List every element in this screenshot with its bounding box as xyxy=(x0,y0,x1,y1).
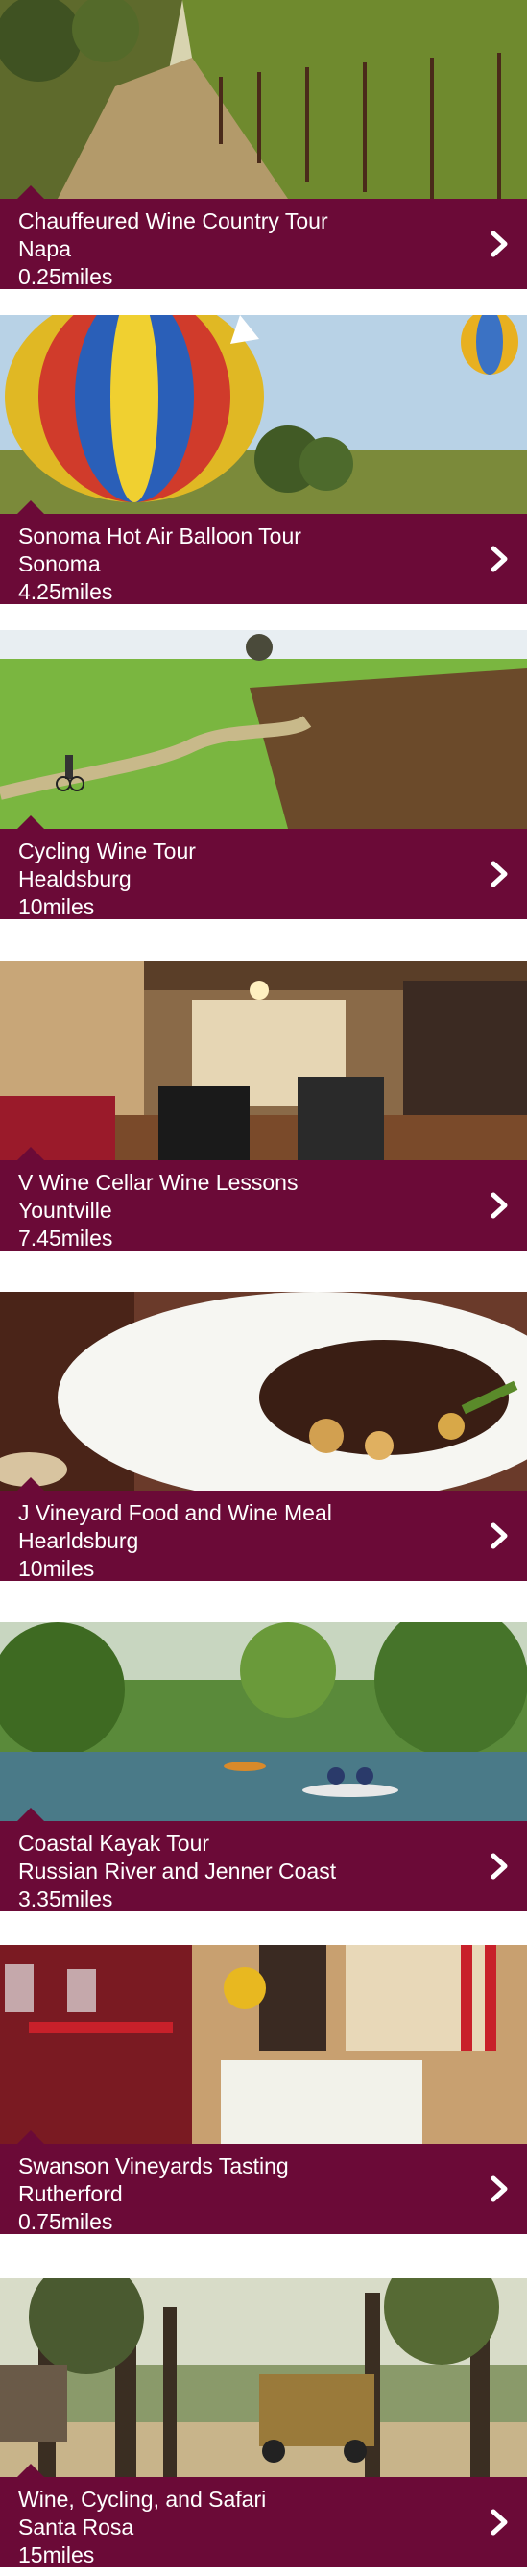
chevron-right-icon[interactable] xyxy=(489,1853,510,1880)
tour-caption: Coastal Kayak Tour Russian River and Jen… xyxy=(0,1808,527,1911)
caption-notch xyxy=(17,1147,44,1160)
tour-title: Wine, Cycling, and Safari xyxy=(18,2487,267,2512)
tour-photo-vineyard-road xyxy=(0,0,527,199)
tour-card-chauffeured[interactable]: Chauffeured Wine Country Tour Napa 0.25m… xyxy=(0,0,527,289)
tour-caption: Wine, Cycling, and Safari Santa Rosa 15m… xyxy=(0,2464,527,2567)
tour-caption: Sonoma Hot Air Balloon Tour Sonoma 4.25m… xyxy=(0,500,527,604)
tour-caption: Swanson Vineyards Tasting Rutherford 0.7… xyxy=(0,2130,527,2234)
tour-title: Chauffeured Wine Country Tour xyxy=(18,208,328,233)
tour-distance: 10miles xyxy=(18,894,95,919)
caption-notch xyxy=(17,2130,44,2144)
chevron-right-icon[interactable] xyxy=(489,231,510,257)
tour-caption: Chauffeured Wine Country Tour Napa 0.25m… xyxy=(0,185,527,289)
caption-notch xyxy=(17,185,44,199)
tour-photo-wine-cellar xyxy=(0,961,527,1160)
tour-location: Napa xyxy=(18,236,71,261)
tour-location: Healdsburg xyxy=(18,866,132,891)
caption-notch xyxy=(17,1477,44,1491)
tour-distance: 3.35miles xyxy=(18,1886,113,1911)
tour-card-cycling[interactable]: Cycling Wine Tour Healdsburg 10miles xyxy=(0,630,527,919)
tour-distance: 10miles xyxy=(18,1556,95,1581)
tour-card-swanson[interactable]: Swanson Vineyards Tasting Rutherford 0.7… xyxy=(0,1945,527,2234)
tour-photo-cycling xyxy=(0,630,527,829)
tour-title: V Wine Cellar Wine Lessons xyxy=(18,1170,299,1195)
tour-photo-tasting-room xyxy=(0,1945,527,2144)
caption-notch xyxy=(17,2464,44,2477)
tour-caption: J Vineyard Food and Wine Meal Hearldsbur… xyxy=(0,1477,527,1581)
chevron-right-icon[interactable] xyxy=(489,2175,510,2202)
tour-location: Sonoma xyxy=(18,551,101,576)
tour-card-balloon[interactable]: Sonoma Hot Air Balloon Tour Sonoma 4.25m… xyxy=(0,315,527,604)
caption-notch xyxy=(17,1808,44,1821)
tour-photo-food xyxy=(0,1292,527,1491)
chevron-right-icon[interactable] xyxy=(489,1192,510,1219)
tour-title: Cycling Wine Tour xyxy=(18,838,196,863)
tour-distance: 0.25miles xyxy=(18,264,113,289)
tour-card-food-wine[interactable]: J Vineyard Food and Wine Meal Hearldsbur… xyxy=(0,1292,527,1581)
tour-card-safari[interactable]: Wine, Cycling, and Safari Santa Rosa 15m… xyxy=(0,2278,527,2567)
tour-title: J Vineyard Food and Wine Meal xyxy=(18,1500,332,1525)
chevron-right-icon[interactable] xyxy=(489,861,510,887)
tour-distance: 7.45miles xyxy=(18,1226,113,1251)
tour-location: Yountville xyxy=(18,1198,112,1223)
tour-photo-kayak xyxy=(0,1622,527,1821)
chevron-right-icon[interactable] xyxy=(489,2509,510,2536)
tour-photo-balloon xyxy=(0,315,527,514)
tour-distance: 4.25miles xyxy=(18,579,113,604)
tour-location: Santa Rosa xyxy=(18,2515,134,2540)
tour-title: Swanson Vineyards Tasting xyxy=(18,2153,289,2178)
tour-title: Coastal Kayak Tour xyxy=(18,1831,210,1856)
tour-location: Rutherford xyxy=(18,2181,123,2206)
tour-distance: 0.75miles xyxy=(18,2209,113,2234)
tour-caption: Cycling Wine Tour Healdsburg 10miles xyxy=(0,815,527,919)
tour-location: Hearldsburg xyxy=(18,1528,139,1553)
tour-title: Sonoma Hot Air Balloon Tour xyxy=(18,523,301,548)
tour-photo-safari xyxy=(0,2278,527,2477)
tour-distance: 15miles xyxy=(18,2542,95,2567)
tour-card-wine-cellar[interactable]: V Wine Cellar Wine Lessons Yountville 7.… xyxy=(0,961,527,1251)
tour-card-kayak[interactable]: Coastal Kayak Tour Russian River and Jen… xyxy=(0,1622,527,1911)
caption-notch xyxy=(17,500,44,514)
tour-caption: V Wine Cellar Wine Lessons Yountville 7.… xyxy=(0,1147,527,1251)
chevron-right-icon[interactable] xyxy=(489,546,510,572)
tour-location: Russian River and Jenner Coast xyxy=(18,1859,337,1883)
caption-notch xyxy=(17,815,44,829)
chevron-right-icon[interactable] xyxy=(489,1522,510,1549)
